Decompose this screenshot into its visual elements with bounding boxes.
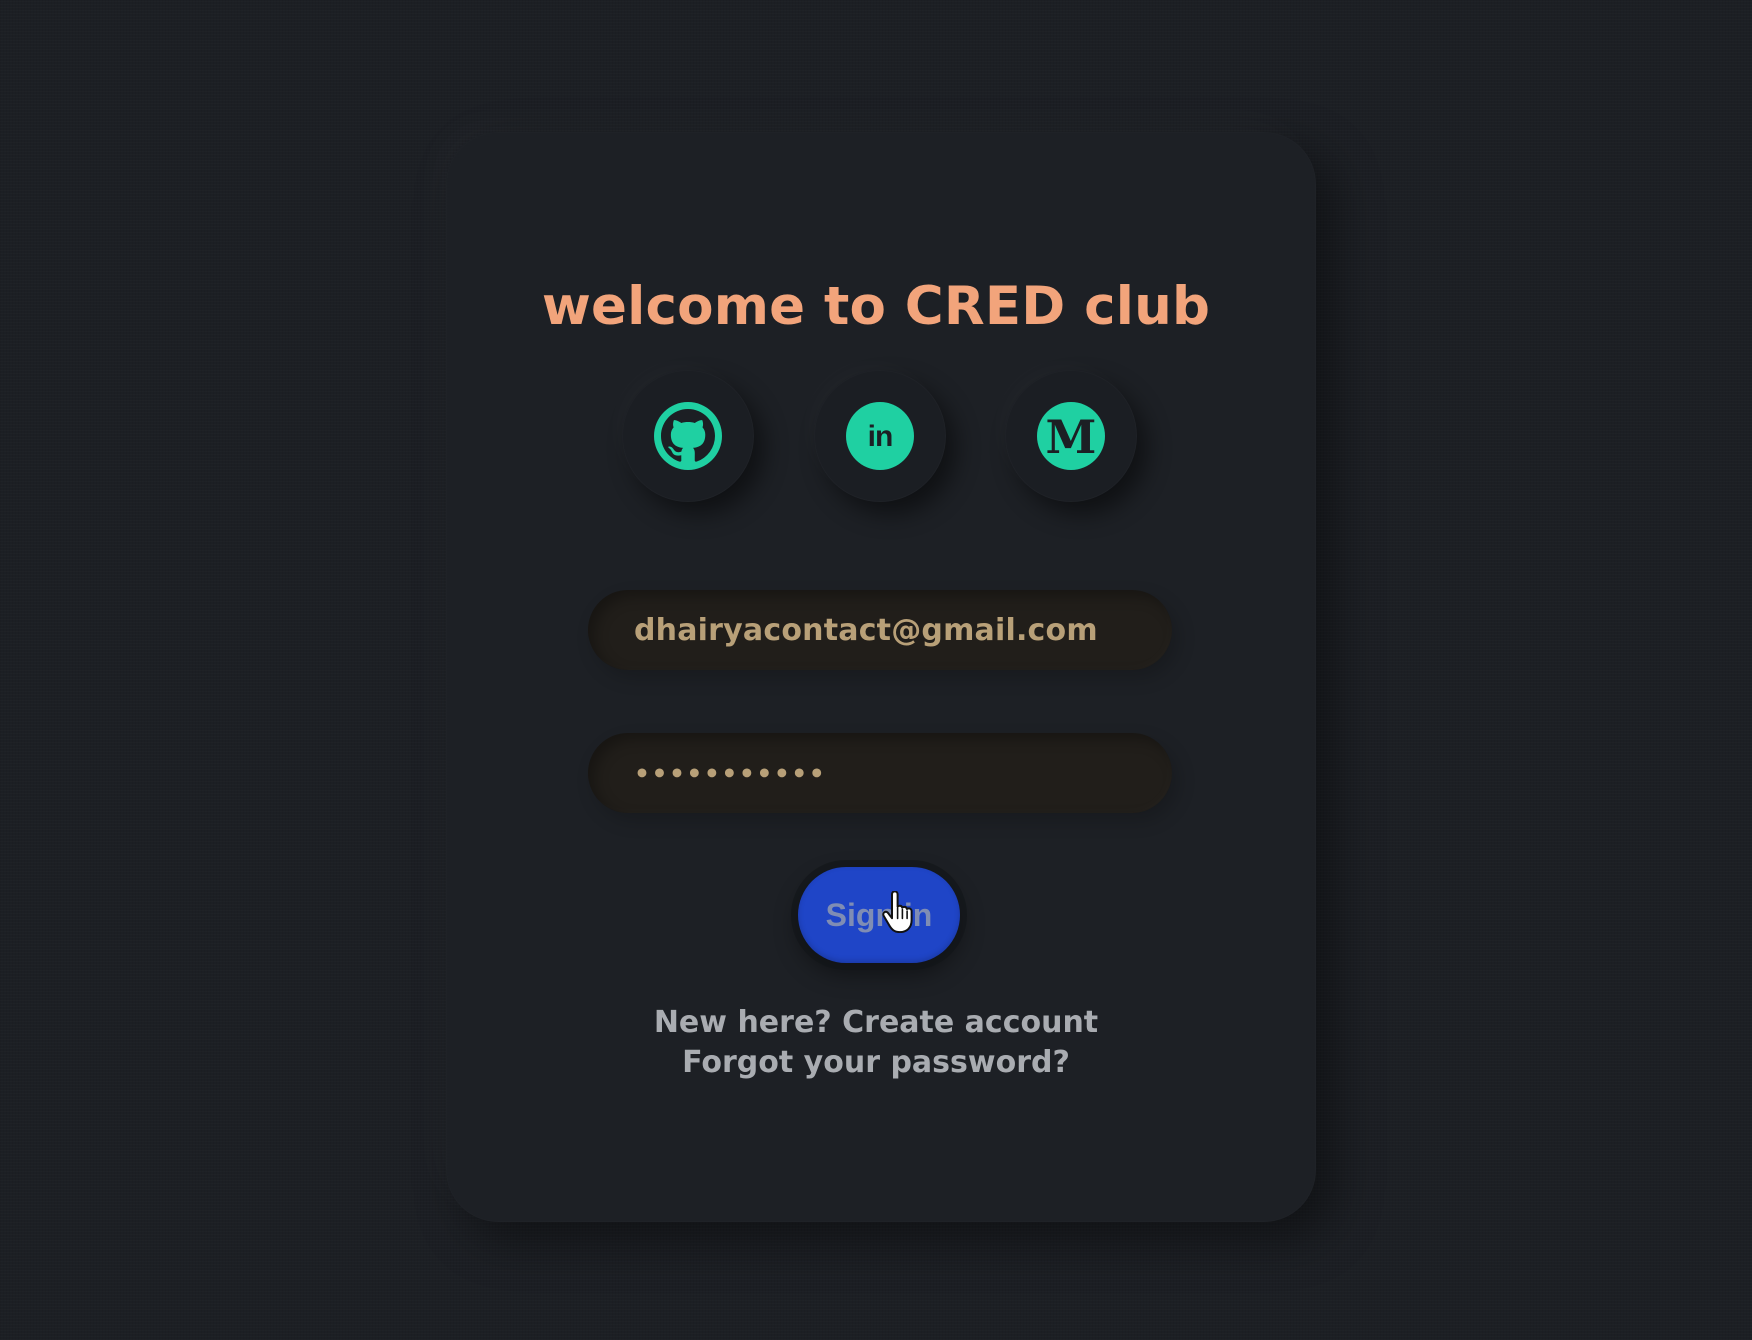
social-icons-row: in M [0, 370, 1752, 502]
linkedin-icon: in [846, 402, 914, 470]
linkedin-glyph: in [867, 420, 894, 453]
auth-links: New here? Create account Forgot your pas… [0, 1003, 1752, 1083]
github-button[interactable] [622, 370, 754, 502]
linkedin-button[interactable]: in [814, 370, 946, 502]
github-icon [654, 402, 722, 470]
create-account-link[interactable]: New here? Create account [0, 1003, 1752, 1043]
forgot-password-link[interactable]: Forgot your password? [0, 1043, 1752, 1083]
page-title: welcome to CRED club [541, 276, 1211, 337]
email-field[interactable]: dhairyacontact@gmail.com [588, 590, 1172, 670]
sign-in-button[interactable]: Sign in [798, 867, 960, 963]
medium-glyph: M [1045, 410, 1097, 464]
medium-icon: M [1037, 402, 1105, 470]
password-field[interactable]: ••••••••••• [588, 733, 1172, 813]
password-value: ••••••••••• [634, 758, 827, 788]
medium-button[interactable]: M [1005, 370, 1137, 502]
email-value: dhairyacontact@gmail.com [634, 612, 1098, 648]
